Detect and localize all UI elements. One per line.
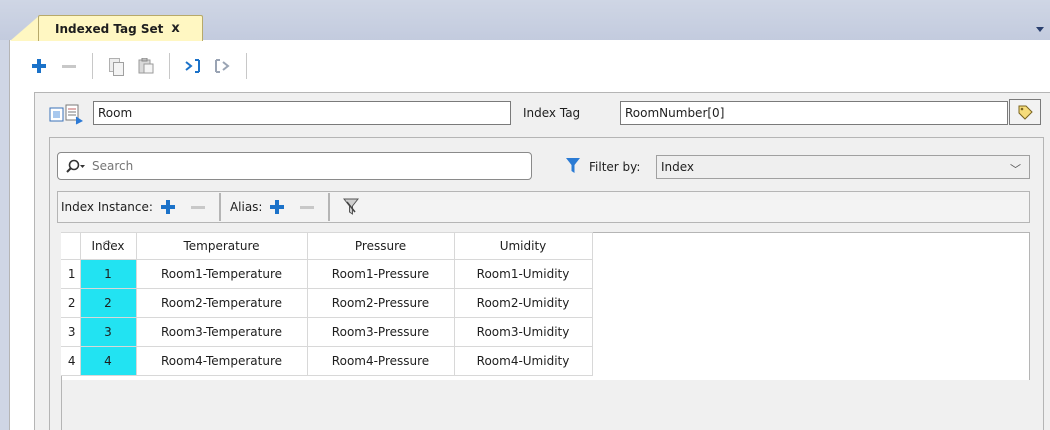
tag-browse-button[interactable] [1009, 99, 1041, 125]
minus-icon [190, 205, 205, 209]
filter-by-select[interactable]: Index ﹀ [656, 155, 1030, 179]
tab-list-dropdown-icon[interactable] [1036, 27, 1044, 32]
chevron-down-icon: ﹀ [1010, 163, 1021, 176]
row-number: 4 [61, 346, 81, 376]
pressure-cell[interactable]: Room1-Pressure [306, 259, 455, 289]
row-number: 3 [61, 317, 81, 347]
umidity-cell[interactable]: Room3-Umidity [453, 317, 593, 347]
pressure-cell[interactable]: Room3-Pressure [306, 317, 455, 347]
tag-icon [1018, 105, 1033, 120]
table-header-row: ︿ Index Temperature Pressure Umidity [61, 232, 593, 260]
export-button[interactable] [210, 53, 236, 79]
sort-ascending-icon: ︿ [102, 236, 112, 246]
index-cell[interactable]: 3 [79, 317, 137, 347]
index-cell[interactable]: 4 [79, 346, 137, 376]
add-alias-button[interactable] [262, 195, 292, 219]
toolbar [10, 40, 1050, 92]
minus-icon [62, 64, 76, 68]
tab-indexed-tag-set[interactable]: Indexed Tag Set x [38, 15, 203, 41]
row-number: 2 [61, 288, 81, 318]
row-number-header [61, 232, 81, 260]
index-cell[interactable]: 2 [79, 288, 137, 318]
index-tag-field[interactable]: RoomNumber[0] [620, 101, 1008, 125]
alias-label: Alias: [229, 200, 263, 214]
column-header-index[interactable]: ︿ Index [79, 232, 137, 260]
clear-filter-button[interactable] [336, 195, 366, 219]
search-box[interactable] [57, 152, 532, 180]
table-row[interactable]: 2 2 Room2-Temperature Room2-Pressure Roo… [61, 288, 593, 318]
filter-by-label: Filter by: [589, 160, 641, 174]
import-icon [185, 59, 200, 73]
toolbar-separator [246, 53, 247, 79]
paste-button[interactable] [133, 53, 159, 79]
filter-by-value: Index [661, 160, 695, 174]
grid-footer-area [62, 380, 1030, 430]
search-icon [66, 159, 85, 173]
import-button[interactable] [180, 53, 206, 79]
column-header-temperature[interactable]: Temperature [135, 232, 308, 260]
table-row[interactable]: 1 1 Room1-Temperature Room1-Pressure Roo… [61, 259, 593, 289]
paste-icon [138, 58, 154, 74]
copy-icon [109, 58, 124, 76]
table-row[interactable]: 4 4 Room4-Temperature Room4-Pressure Roo… [61, 346, 593, 376]
temperature-cell[interactable]: Room4-Temperature [135, 346, 308, 376]
remove-index-instance-button[interactable] [183, 195, 213, 219]
remove-alias-button[interactable] [292, 195, 322, 219]
umidity-cell[interactable]: Room2-Umidity [453, 288, 593, 318]
toolbar-separator [218, 193, 221, 221]
row-number: 1 [61, 259, 81, 289]
minus-icon [300, 205, 315, 209]
tab-title: Indexed Tag Set [55, 21, 164, 36]
search-input[interactable] [92, 159, 492, 173]
add-index-instance-button[interactable] [153, 195, 183, 219]
index-instance-label: Index Instance: [61, 200, 153, 214]
toolbar-separator [169, 53, 170, 79]
temperature-cell[interactable]: Room2-Temperature [135, 288, 308, 318]
add-button[interactable] [26, 53, 52, 79]
tag-set-icon [49, 104, 83, 125]
close-icon[interactable]: x [171, 21, 179, 36]
instances-table: ︿ Index Temperature Pressure Umidity 1 1… [61, 232, 593, 376]
toolbar-separator [328, 193, 331, 221]
umidity-cell[interactable]: Room4-Umidity [453, 346, 593, 376]
temperature-cell[interactable]: Room1-Temperature [135, 259, 308, 289]
remove-button[interactable] [56, 53, 82, 79]
clear-filter-icon [343, 198, 360, 215]
index-cell[interactable]: 1 [79, 259, 137, 289]
column-header-umidity[interactable]: Umidity [453, 232, 593, 260]
plus-icon [160, 200, 175, 214]
column-header-pressure[interactable]: Pressure [306, 232, 455, 260]
instance-toolbar: Index Instance: Alias: [57, 191, 1030, 223]
plus-icon [270, 200, 285, 214]
umidity-cell[interactable]: Room1-Umidity [453, 259, 593, 289]
pressure-cell[interactable]: Room4-Pressure [306, 346, 455, 376]
left-edge [0, 40, 10, 430]
temperature-cell[interactable]: Room3-Temperature [135, 317, 308, 347]
index-tag-label: Index Tag [523, 106, 581, 120]
tab-bar: Indexed Tag Set x [0, 0, 1050, 41]
export-icon [215, 59, 230, 73]
plus-icon [32, 59, 46, 73]
pressure-cell[interactable]: Room2-Pressure [306, 288, 455, 318]
copy-button[interactable] [103, 53, 129, 79]
table-row[interactable]: 3 3 Room3-Temperature Room3-Pressure Roo… [61, 317, 593, 347]
tag-set-name-field[interactable]: Room [93, 101, 511, 125]
toolbar-separator [92, 53, 93, 79]
filter-icon [566, 158, 580, 173]
tab-slant [10, 15, 40, 41]
